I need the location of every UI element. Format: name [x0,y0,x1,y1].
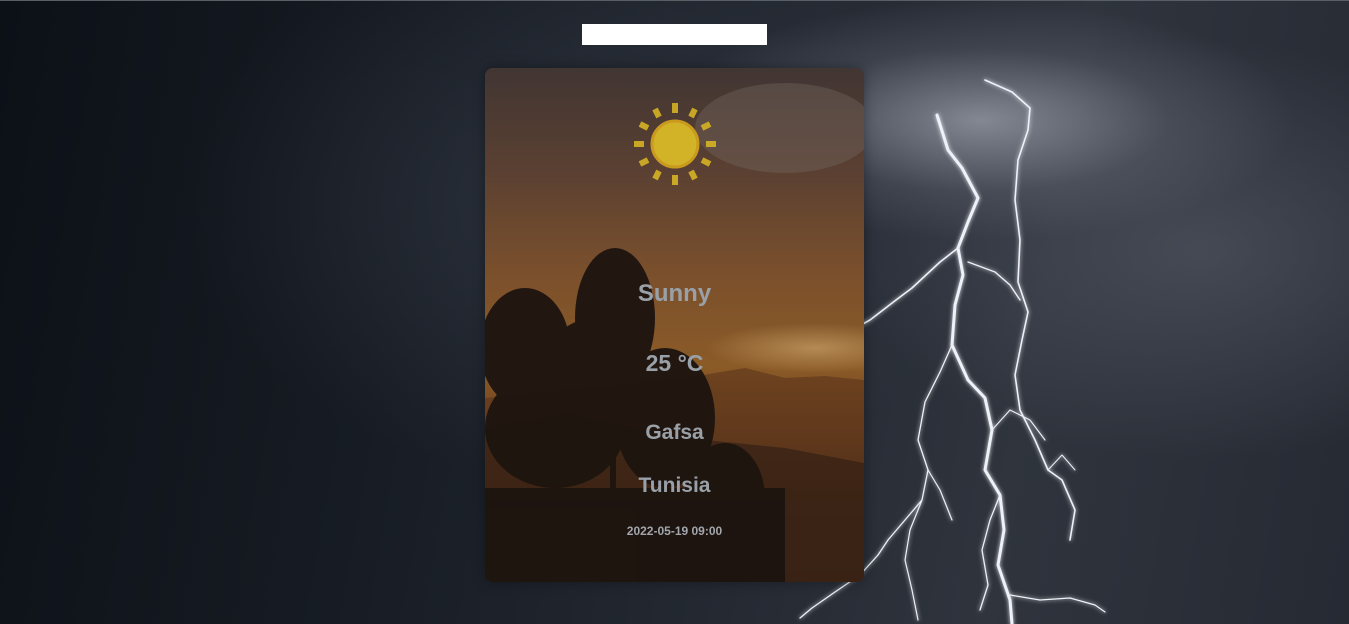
top-border [0,0,1349,1]
weather-condition: Sunny [637,280,712,307]
temperature: 25 °C [645,350,704,376]
weather-card: Sunny 25 °C Gafsa Tunisia 2022-05-19 09:… [485,68,864,582]
date-time: 2022-05-19 09:00 [626,524,723,538]
country-name: Tunisia [638,474,711,497]
city-name: Gafsa [645,421,704,444]
search-input[interactable] [582,24,767,45]
sun-icon [634,103,716,185]
